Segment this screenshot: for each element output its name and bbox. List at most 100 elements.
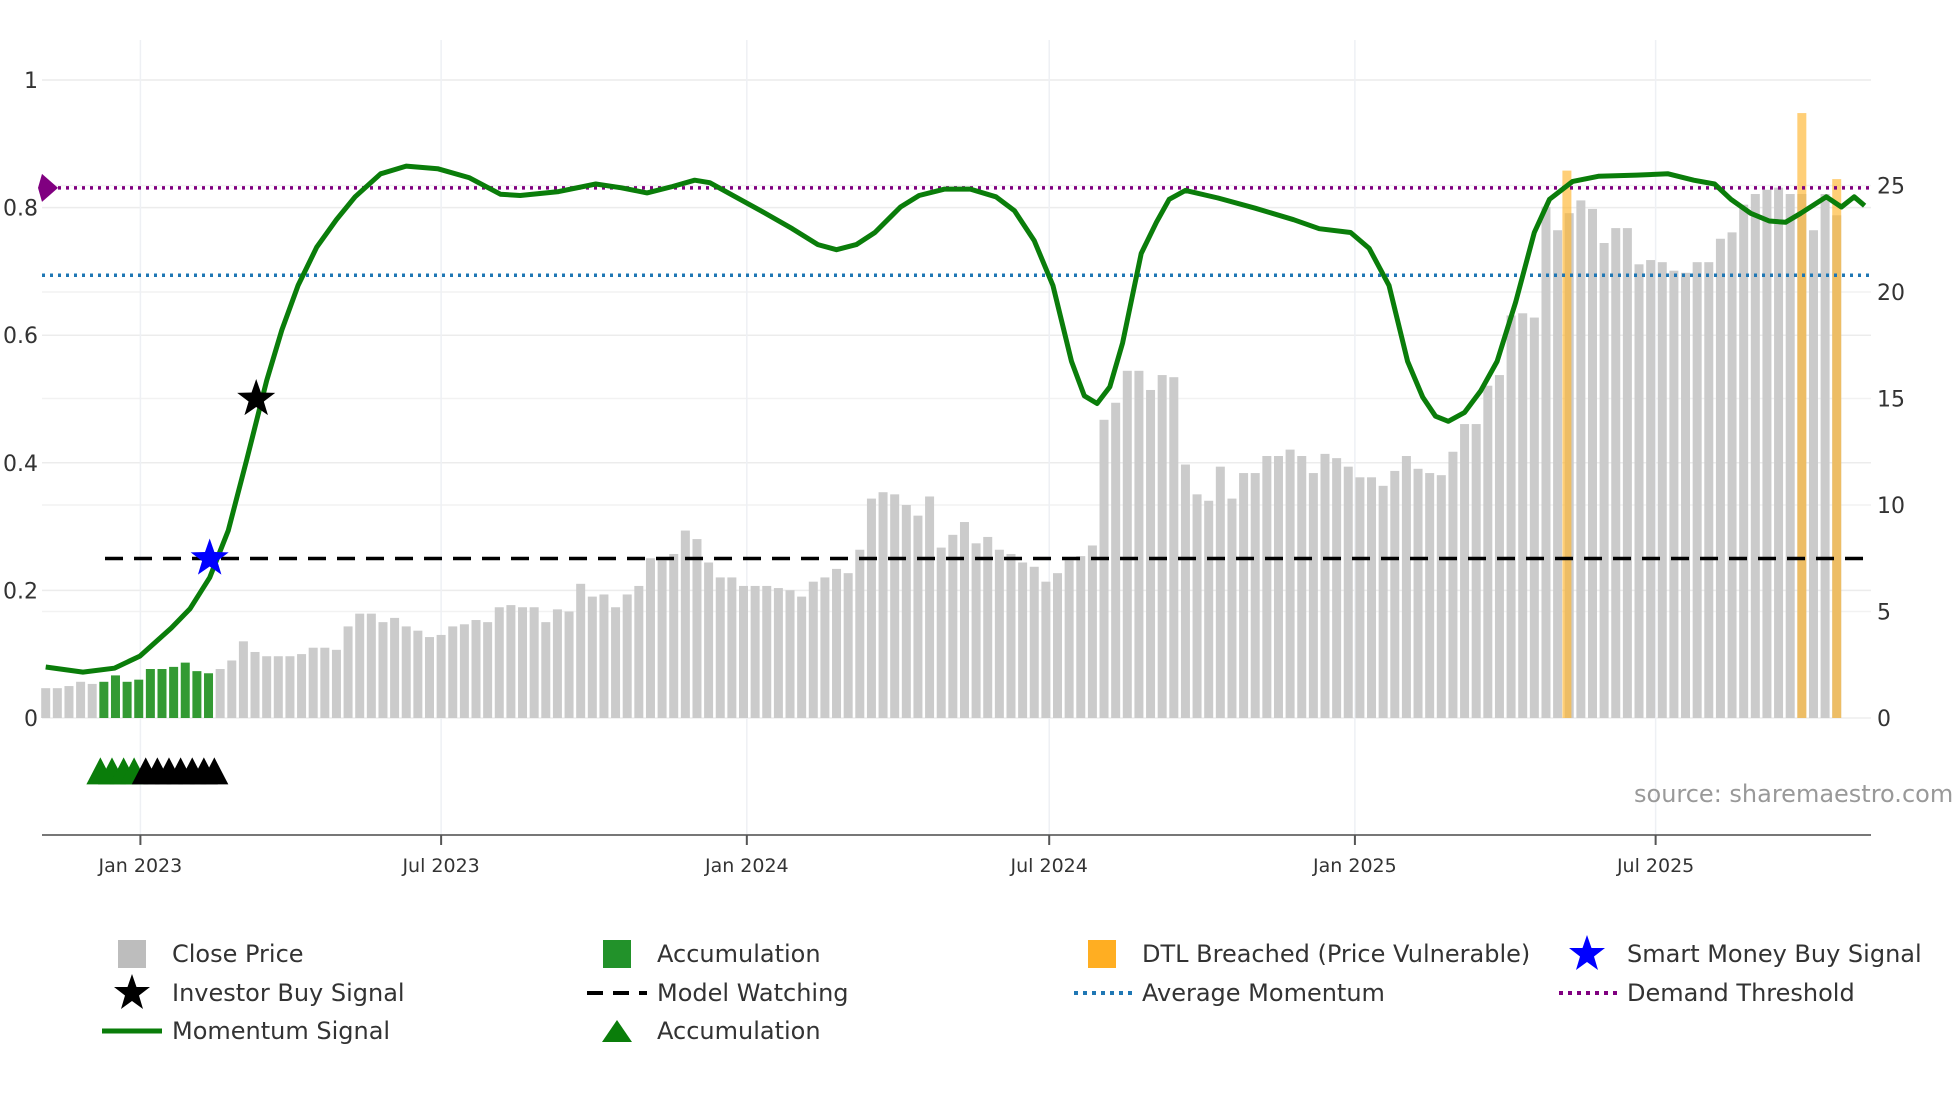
close-price-bar xyxy=(552,609,562,718)
close-price-bar xyxy=(459,624,469,718)
x-tick-label: Jan 2025 xyxy=(1312,855,1397,877)
accumulation-bar xyxy=(122,681,132,718)
close-price-bar xyxy=(1343,466,1353,718)
demand-threshold-marker xyxy=(38,173,58,202)
close-price-bar xyxy=(529,607,539,718)
right-axis-tick-label: 25 xyxy=(1877,175,1905,200)
close-price-bar xyxy=(343,626,353,718)
close-price-bar xyxy=(1111,402,1121,718)
dtl-breached-bar xyxy=(1832,179,1842,719)
close-price-bar xyxy=(1204,500,1214,718)
close-price-bar xyxy=(1553,230,1563,719)
close-price-bar xyxy=(1401,456,1411,718)
close-price-bar xyxy=(1704,262,1714,718)
close-price-bar xyxy=(901,505,911,718)
close-price-bar xyxy=(1750,194,1760,718)
close-price-bar xyxy=(1657,262,1667,718)
close-price-bar xyxy=(1576,200,1586,718)
x-tick-label: Jul 2025 xyxy=(1616,855,1694,877)
accumulation-bar xyxy=(110,675,120,718)
close-price-bar xyxy=(878,492,888,718)
close-price-bar xyxy=(1471,424,1481,718)
close-price-bar xyxy=(1785,194,1795,718)
close-price-bar xyxy=(1053,573,1063,718)
close-price-bar xyxy=(1134,370,1144,718)
left-axis-tick-label: 0.4 xyxy=(3,452,38,477)
close-price-bar xyxy=(1506,315,1516,718)
close-price-bar xyxy=(576,583,586,718)
close-price-bar xyxy=(1192,494,1202,718)
close-price-bar xyxy=(832,568,842,718)
close-price-bar xyxy=(41,688,51,718)
close-price-bar xyxy=(1762,189,1772,718)
close-price-bar xyxy=(762,585,772,718)
close-price-bar xyxy=(355,613,365,718)
x-tick-label: Jul 2024 xyxy=(1010,855,1088,877)
close-price-bar xyxy=(1727,232,1737,719)
close-price-bar xyxy=(820,577,830,718)
close-price-bar xyxy=(1308,473,1318,718)
close-price-bar xyxy=(390,617,400,718)
close-price-bar xyxy=(1669,270,1679,718)
close-price-bar xyxy=(64,686,74,718)
close-price-bar xyxy=(1774,187,1784,718)
accumulation-bar xyxy=(134,679,144,718)
close-price-bar xyxy=(1494,375,1504,718)
right-axis-tick-label: 0 xyxy=(1877,707,1891,732)
close-price-bar xyxy=(506,605,516,718)
close-price-bar xyxy=(1378,485,1388,718)
close-price-bar xyxy=(1390,470,1400,718)
close-price-bar xyxy=(983,536,993,718)
close-price-bar xyxy=(1541,206,1551,719)
close-price-bar xyxy=(378,622,388,718)
close-price-bar xyxy=(1646,260,1656,718)
left-axis-tick-label: 0.6 xyxy=(3,324,38,349)
close-price-bar xyxy=(518,607,528,718)
left-axis-tick-label: 0 xyxy=(24,707,38,732)
momentum-chart: Jan 2023 Jul 2023 Jan 2024 Jul 2024 Jan 2025… xyxy=(3,40,1905,877)
close-price-bar xyxy=(808,581,818,718)
close-price-bar xyxy=(634,585,644,718)
close-price-bar xyxy=(1448,451,1458,718)
close-price-bar xyxy=(1611,228,1621,718)
close-price-bar xyxy=(1320,453,1330,718)
accumulation-bar xyxy=(169,666,179,718)
close-price-bar xyxy=(471,620,481,718)
right-axis-tick-label: 10 xyxy=(1877,494,1905,519)
source-credit: source: sharemaestro.com xyxy=(1634,780,1954,808)
left-axis-tick-label: 1 xyxy=(24,69,38,94)
accumulation-bar xyxy=(145,669,155,718)
dtl-breached-bar xyxy=(1562,170,1572,719)
close-price-bar xyxy=(959,522,969,718)
close-price-bar xyxy=(1355,477,1365,718)
close-price-bar xyxy=(76,681,86,718)
close-price-bar xyxy=(87,683,97,718)
close-price-bar xyxy=(436,634,446,718)
close-price-bar xyxy=(215,669,225,718)
right-axis-tick-label: 15 xyxy=(1877,388,1905,413)
close-price-bar xyxy=(1808,230,1818,719)
close-price-bar xyxy=(1587,208,1597,718)
close-price-bar xyxy=(541,622,551,718)
close-price-bar xyxy=(1436,475,1446,718)
close-price-bar xyxy=(1273,456,1283,718)
close-price-bar xyxy=(750,585,760,718)
close-price-bar xyxy=(1064,560,1074,718)
close-price-bar xyxy=(1157,375,1167,718)
close-price-bar xyxy=(1087,545,1097,718)
close-price-bar xyxy=(1599,243,1609,718)
close-price-bar xyxy=(925,496,935,718)
close-price-bar xyxy=(238,641,248,718)
close-price-bar xyxy=(715,577,725,718)
close-price-bar xyxy=(1483,385,1493,718)
close-price-bar xyxy=(948,534,958,718)
close-price-bar xyxy=(994,549,1004,718)
close-price-bar xyxy=(227,660,237,718)
close-price-bar xyxy=(843,573,853,718)
close-price-bar xyxy=(1692,262,1702,718)
close-price-bar xyxy=(866,498,876,718)
close-price-bar xyxy=(1681,272,1691,718)
close-price-bar xyxy=(657,560,667,718)
close-price-bar xyxy=(1262,456,1272,718)
close-price-bar xyxy=(285,656,295,718)
